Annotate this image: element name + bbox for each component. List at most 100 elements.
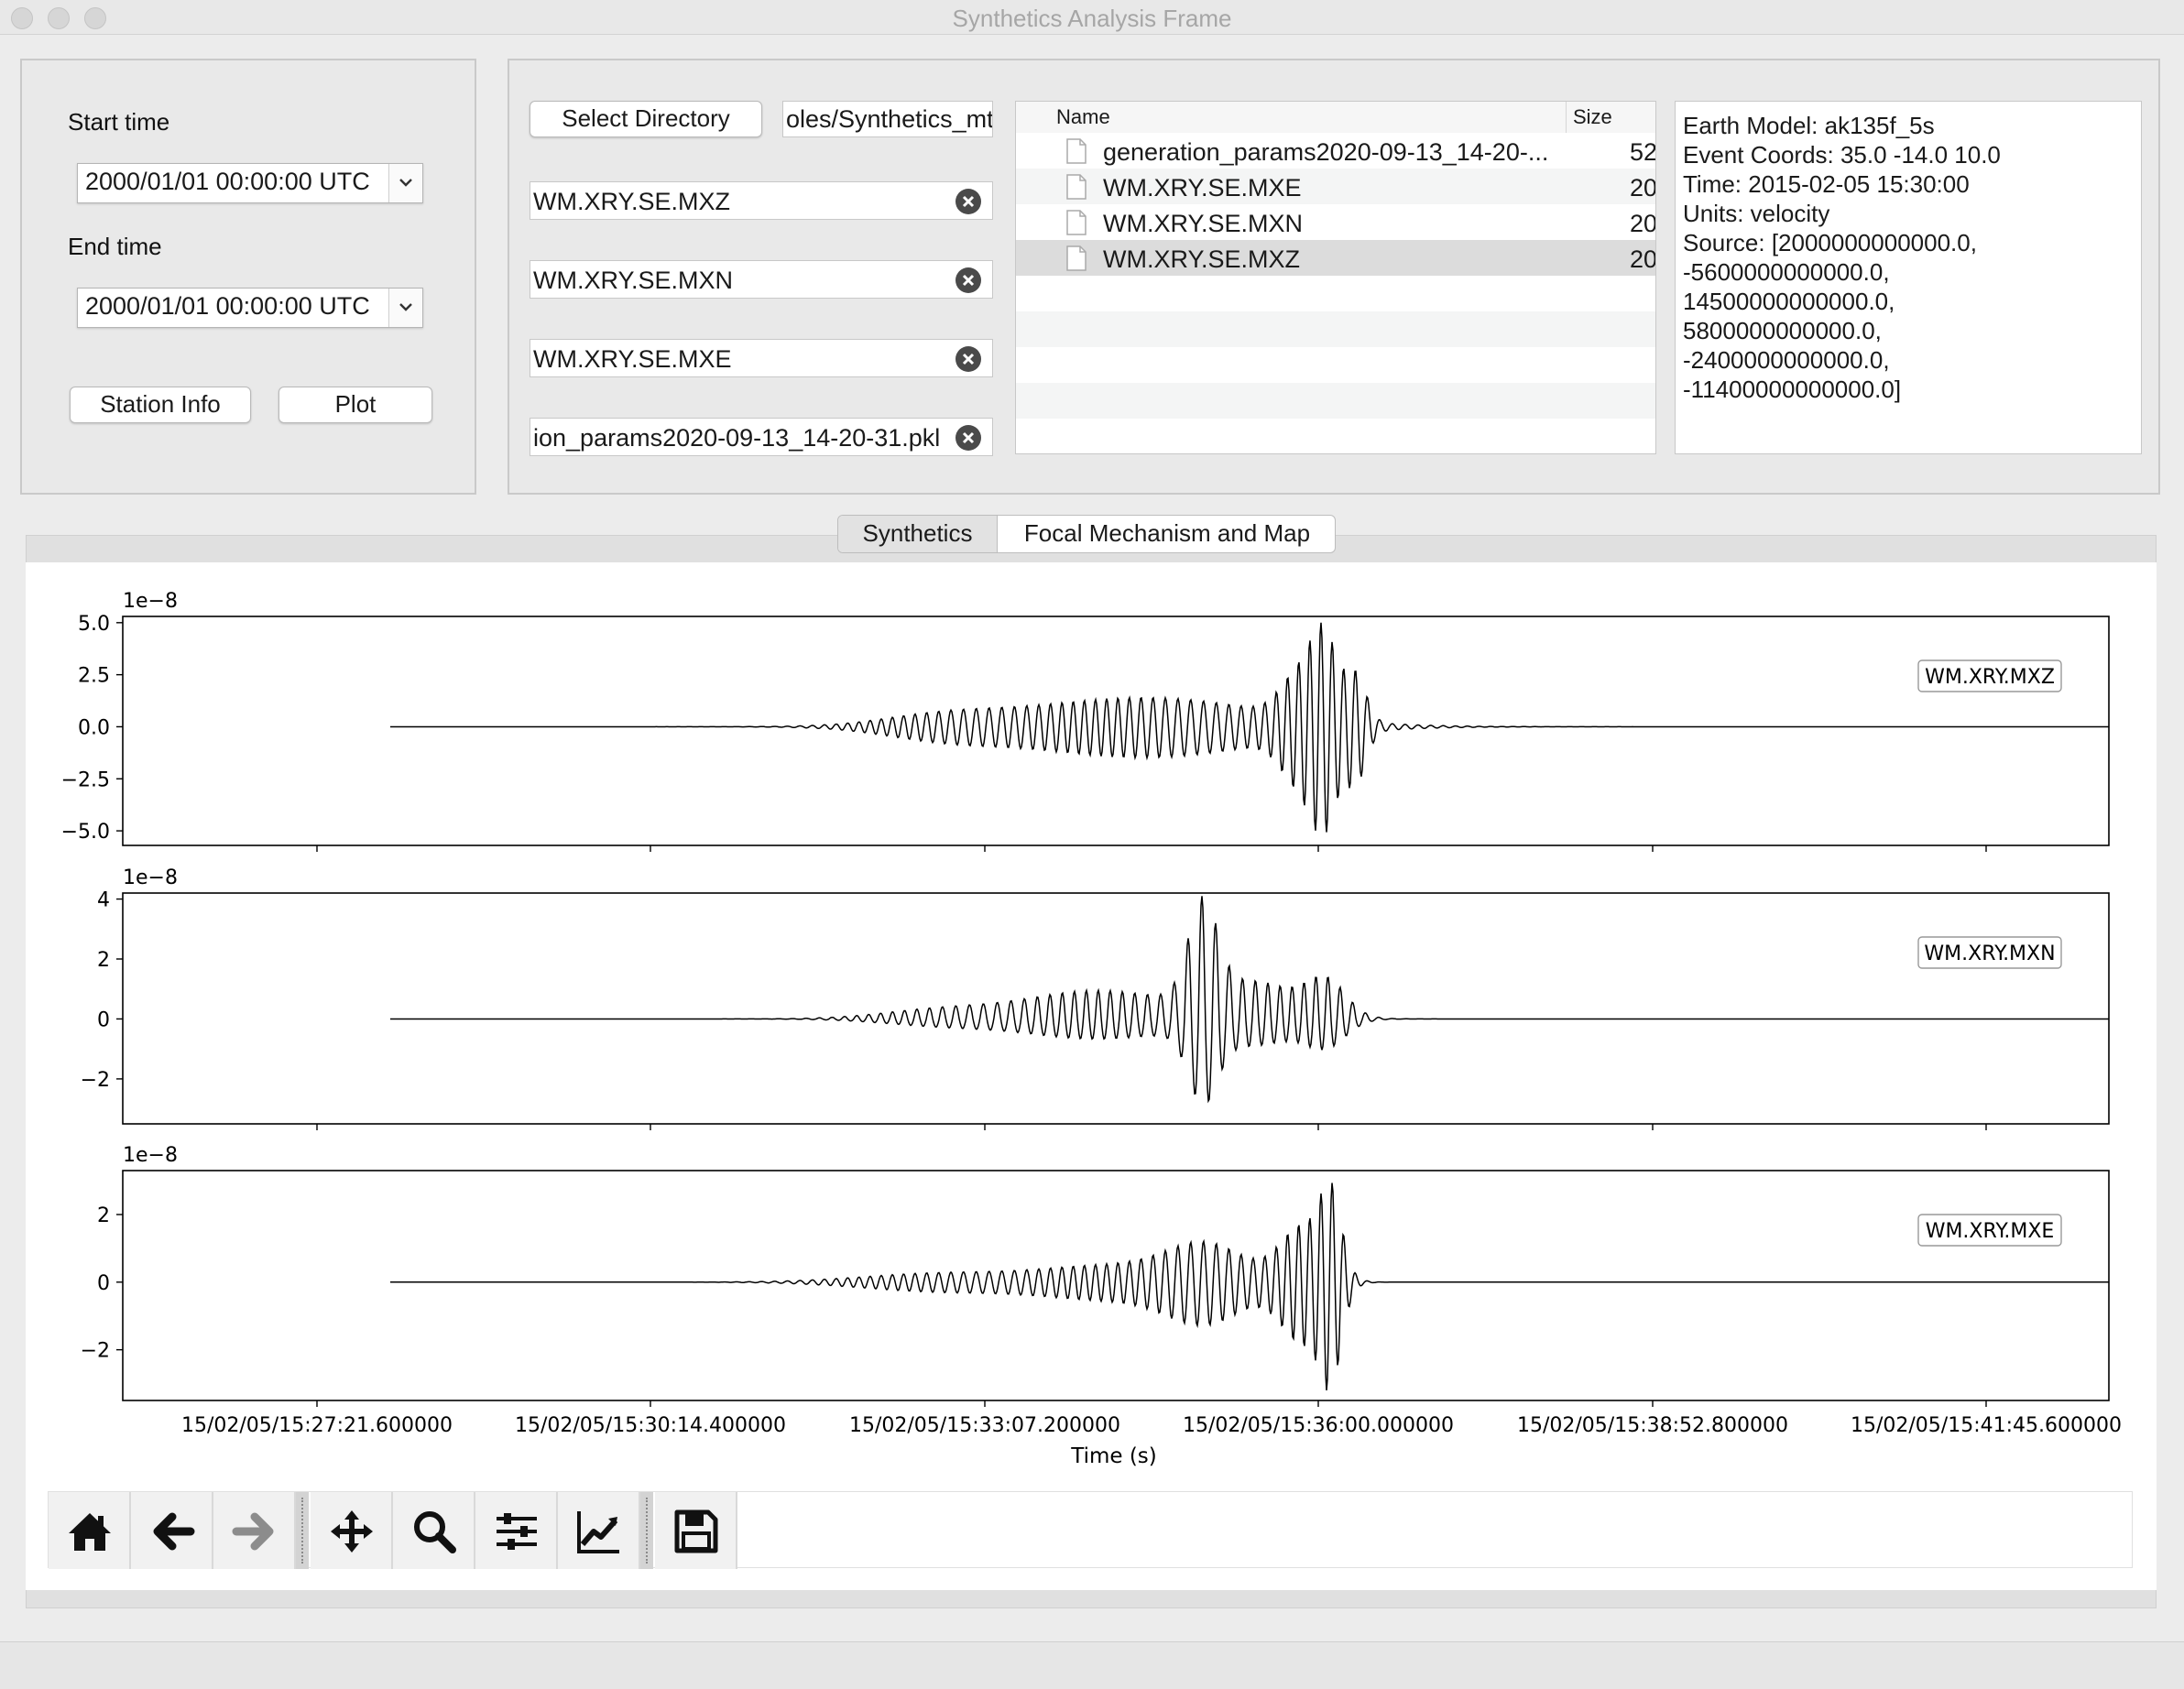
edit-curves-button[interactable] <box>558 1492 640 1569</box>
y-tick-label: 4 <box>97 889 110 912</box>
forward-arrow-icon <box>232 1512 274 1551</box>
plot-canvas[interactable]: 1e−8 5.0 2.5 0.0 −2.5 −5.0 WM.XRY.MXZ 1e−8 4 2 0 −2… <box>26 562 2157 1590</box>
y-tick-label: 2 <box>97 1204 110 1227</box>
selected-file-field[interactable]: WM.XRY.SE.MXE <box>530 339 993 377</box>
info-line: Earth Model: ak135f_5s <box>1683 112 1935 139</box>
window-footer <box>0 1641 2184 1689</box>
y-tick-label: −2 <box>81 1069 110 1092</box>
tab-synthetics[interactable]: Synthetics <box>838 516 998 552</box>
selected-file-value: WM.XRY.SE.MXZ <box>533 188 731 215</box>
file-size: 20 <box>1630 210 1656 237</box>
legend-label: WM.XRY.MXN <box>1924 943 2055 965</box>
selected-file-field[interactable]: WM.XRY.SE.MXN <box>530 260 993 299</box>
station-info-button[interactable]: Station Info <box>70 387 251 423</box>
file-icon <box>1065 174 1087 206</box>
file-size: 20 <box>1630 245 1656 273</box>
y-tick-label: 2.5 <box>78 665 110 688</box>
x-axis-label: Time (s) <box>1070 1444 1157 1468</box>
file-panel: Select Directory oles/Synthetics_mti WM.… <box>508 59 2160 495</box>
plot-axes <box>122 892 2110 1125</box>
info-line: -2400000000000.0, <box>1683 346 1890 374</box>
start-time-label: Start time <box>68 108 170 136</box>
select-directory-button[interactable]: Select Directory <box>530 101 762 137</box>
legend-label: WM.XRY.MXZ <box>1925 666 2055 689</box>
file-list-empty-row <box>1016 383 1655 419</box>
y-scale-label: 1e−8 <box>123 590 178 613</box>
end-time-label: End time <box>68 233 162 260</box>
file-list-empty-row <box>1016 276 1655 311</box>
size-column-header[interactable]: Size <box>1573 105 1612 129</box>
tab-focal-mechanism-and-map[interactable]: Focal Mechanism and Map <box>998 516 1335 552</box>
back-arrow-icon <box>153 1512 195 1551</box>
file-list[interactable]: Name Size generation_params2020-09-13_14… <box>1015 101 1656 454</box>
event-info-panel: Earth Model: ak135f_5s Event Coords: 35.… <box>1675 101 2142 454</box>
file-name: WM.XRY.SE.MXN <box>1103 210 1304 237</box>
configure-subplots-button[interactable] <box>475 1492 558 1569</box>
clear-icon[interactable] <box>956 189 981 214</box>
clear-icon[interactable] <box>956 425 981 451</box>
file-list-header: Name Size <box>1016 102 1655 134</box>
home-icon <box>69 1513 111 1551</box>
pan-button[interactable] <box>311 1492 393 1569</box>
selected-file-field[interactable]: ion_params2020-09-13_14-20-31.pkl <box>530 418 993 456</box>
save-button[interactable] <box>655 1492 737 1569</box>
y-scale-label: 1e−8 <box>123 1144 178 1167</box>
end-time-picker[interactable]: 2000/01/01 00:00:00 UTC <box>77 288 423 328</box>
file-icon <box>1065 210 1087 242</box>
home-button[interactable] <box>49 1492 131 1569</box>
chevron-down-icon[interactable] <box>388 289 422 327</box>
file-list-empty-row <box>1016 419 1655 453</box>
window-title: Synthetics Analysis Frame <box>952 5 1232 32</box>
info-line: -11400000000000.0] <box>1683 376 1902 403</box>
info-line: -5600000000000.0, <box>1683 258 1890 286</box>
file-list-empty-row <box>1016 347 1655 383</box>
time-panel: Start time 2000/01/01 00:00:00 UTC End t… <box>20 59 476 495</box>
clear-icon[interactable] <box>956 346 981 372</box>
y-tick-label: 5.0 <box>78 613 110 636</box>
file-icon <box>1065 245 1087 278</box>
plot-toolbar <box>48 1491 2133 1569</box>
pan-icon <box>331 1510 373 1553</box>
waveform-line <box>390 1182 2109 1390</box>
file-list-row[interactable]: WM.XRY.SE.MXZ 20 <box>1016 240 1655 276</box>
file-list-row[interactable]: generation_params2020-09-13_14-20-... 52 <box>1016 133 1655 169</box>
y-tick-label: −2 <box>81 1340 110 1363</box>
directory-path-field[interactable]: oles/Synthetics_mti <box>782 101 993 137</box>
file-list-row[interactable]: WM.XRY.SE.MXN 20 <box>1016 204 1655 240</box>
plot-axes <box>122 616 2110 846</box>
waveform-line <box>390 622 2109 833</box>
file-name: WM.XRY.SE.MXE <box>1103 174 1302 202</box>
plot-axes <box>122 1170 2110 1401</box>
edit-curves-icon <box>577 1511 619 1553</box>
selected-file-value: WM.XRY.SE.MXE <box>533 345 732 373</box>
info-line: 5800000000000.0, <box>1683 317 1882 344</box>
file-size: 20 <box>1630 174 1656 202</box>
selected-file-field[interactable]: WM.XRY.SE.MXZ <box>530 181 993 220</box>
window-title-bar: Synthetics Analysis Frame <box>0 0 2184 35</box>
forward-button[interactable] <box>213 1492 296 1569</box>
save-icon <box>674 1509 718 1553</box>
x-tick-label: 15/02/05/15:36:00.000000 <box>1183 1414 1454 1437</box>
seismogram-figure[interactable]: 1e−8 5.0 2.5 0.0 −2.5 −5.0 WM.XRY.MXZ 1e−8 4 2 0 −2… <box>26 562 2157 1487</box>
start-time-picker[interactable]: 2000/01/01 00:00:00 UTC <box>77 163 423 203</box>
directory-path-value: oles/Synthetics_mti <box>786 105 993 133</box>
file-list-row[interactable]: WM.XRY.SE.MXE 20 <box>1016 169 1655 204</box>
tab-bar: Synthetics Focal Mechanism and Map <box>837 515 1336 553</box>
legend-label: WM.XRY.MXE <box>1926 1220 2055 1243</box>
y-tick-label: −2.5 <box>61 768 110 791</box>
end-time-value: 2000/01/01 00:00:00 UTC <box>85 292 370 320</box>
start-time-value: 2000/01/01 00:00:00 UTC <box>85 168 370 195</box>
chevron-down-icon[interactable] <box>388 164 422 202</box>
plot-button[interactable]: Plot <box>278 387 432 423</box>
y-tick-label: −5.0 <box>61 821 110 844</box>
info-line: Source: [2000000000000.0, <box>1683 229 1977 256</box>
x-tick-label: 15/02/05/15:41:45.600000 <box>1851 1414 2122 1437</box>
y-tick-label: 0.0 <box>78 716 110 739</box>
x-tick-label: 15/02/05/15:27:21.600000 <box>181 1414 453 1437</box>
zoom-icon <box>414 1511 456 1553</box>
clear-icon[interactable] <box>956 267 981 293</box>
zoom-button[interactable] <box>393 1492 475 1569</box>
name-column-header[interactable]: Name <box>1056 105 1110 129</box>
info-line: Units: velocity <box>1683 200 1830 227</box>
back-button[interactable] <box>131 1492 213 1569</box>
